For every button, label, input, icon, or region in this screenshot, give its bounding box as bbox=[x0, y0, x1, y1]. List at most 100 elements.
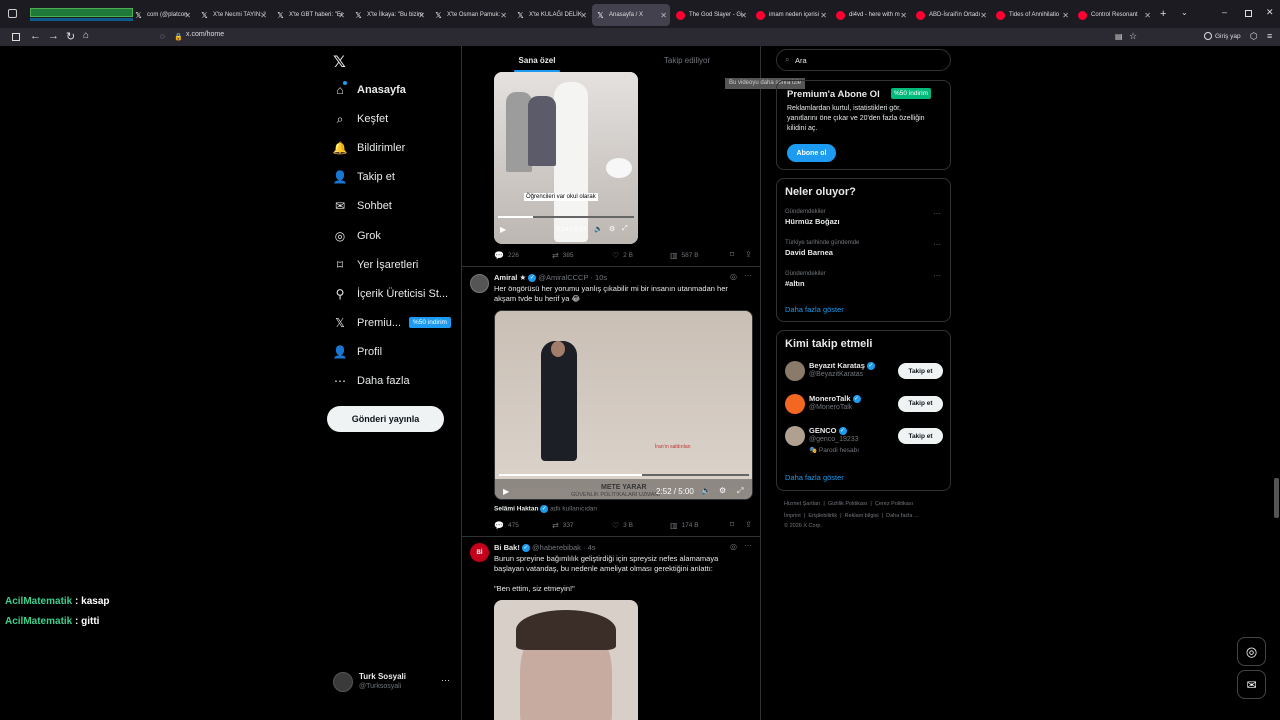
sidebar-toggle-icon[interactable] bbox=[12, 33, 20, 41]
x-logo-icon[interactable]: 𝕏 bbox=[333, 52, 346, 72]
settings-icon[interactable]: ⚙ bbox=[719, 486, 726, 495]
close-tab-icon[interactable]: ✕ bbox=[660, 11, 667, 20]
video-player[interactable]: İran'ın saldırıları METE YARAR GÜVENLİK … bbox=[494, 310, 753, 500]
author-name[interactable]: Amiral bbox=[494, 273, 517, 282]
tweet-time[interactable]: · 4s bbox=[583, 543, 596, 552]
avatar[interactable] bbox=[470, 274, 489, 293]
avatar[interactable] bbox=[785, 361, 805, 381]
views-button[interactable]: ▥ 174 B bbox=[670, 521, 699, 530]
video-player[interactable] bbox=[494, 600, 638, 720]
browser-tab[interactable]: imam neden içerisi ✕ bbox=[752, 4, 830, 26]
close-tab-icon[interactable]: ✕ bbox=[418, 11, 425, 20]
show-more-follow[interactable]: Daha fazla göster bbox=[785, 473, 844, 482]
close-tab-icon[interactable]: ✕ bbox=[580, 11, 587, 20]
close-tab-icon[interactable]: ✕ bbox=[900, 11, 907, 20]
footer-link[interactable]: Daha fazla ... bbox=[886, 513, 918, 519]
close-tab-icon[interactable]: ✕ bbox=[1062, 11, 1069, 20]
nav-item-1[interactable]: ⌕ Keşfet bbox=[332, 107, 389, 131]
video-attribution[interactable]: Selâmi Haktan ✓ adlı kullanıcıdan bbox=[494, 505, 597, 513]
nav-item-8[interactable]: 𝕏 Premiu... %50 indirim bbox=[332, 311, 451, 335]
nav-item-5[interactable]: ◎ Grok bbox=[332, 224, 381, 248]
avatar[interactable] bbox=[785, 393, 805, 414]
footer-link[interactable]: Erişilebilirlik bbox=[808, 513, 837, 519]
close-window-button[interactable]: ✕ bbox=[1266, 7, 1274, 18]
nav-item-2[interactable]: 🔔 Bildirimler bbox=[332, 136, 406, 160]
reply-button[interactable]: 💬 226 bbox=[494, 251, 519, 260]
browser-tab[interactable]: di4vd - here with m ✕ bbox=[832, 4, 910, 26]
post-button[interactable]: Gönderi yayınla bbox=[327, 406, 444, 432]
scrollbar-thumb[interactable] bbox=[1274, 478, 1279, 518]
tab-list-dropdown[interactable]: ⌄ bbox=[1181, 8, 1188, 17]
shield-icon[interactable]: ◌ bbox=[160, 32, 165, 41]
more-icon[interactable]: ··· bbox=[744, 271, 752, 280]
footer-link[interactable]: Reklam bilgisi bbox=[845, 513, 879, 519]
trend-item[interactable]: Gündemdekiler #altın ··· bbox=[785, 271, 945, 297]
follow-button[interactable]: Takip et bbox=[898, 363, 943, 379]
close-tab-icon[interactable]: ✕ bbox=[1144, 11, 1151, 20]
more-icon[interactable]: ··· bbox=[933, 240, 941, 249]
browser-tab[interactable]: Control Resonant ✕ bbox=[1074, 4, 1154, 26]
follow-handle[interactable]: @BeyazitKaratas bbox=[809, 371, 863, 378]
follow-name-row[interactable]: Beyazıt Karataş ✓ bbox=[809, 361, 875, 371]
maximize-button[interactable] bbox=[1245, 10, 1252, 17]
fullscreen-icon[interactable]: ⤢ bbox=[737, 486, 743, 496]
trend-item[interactable]: Türkiye tarihinde gündemde David Barnea ··… bbox=[785, 240, 945, 266]
account-button[interactable]: Giriş yap bbox=[1204, 32, 1241, 40]
minimize-button[interactable]: – bbox=[1222, 7, 1227, 17]
share-icon[interactable]: ⇪ bbox=[745, 250, 752, 259]
nav-item-3[interactable]: 👤 Takip et bbox=[332, 165, 395, 189]
play-icon[interactable]: ▶ bbox=[503, 487, 509, 496]
browser-tab[interactable]: 𝕏 X'te Osman Pamuk: ✕ bbox=[430, 4, 510, 26]
video-progress[interactable] bbox=[498, 216, 634, 218]
avatar[interactable]: Bİ bbox=[470, 543, 489, 562]
footer-link[interactable]: İmprint bbox=[784, 513, 801, 519]
browser-tab[interactable]: ABD-İsrail'in Ortadı ✕ bbox=[912, 4, 990, 26]
bookmark-icon[interactable]: ⌑ bbox=[730, 520, 734, 529]
url-field[interactable]: x.com/home bbox=[186, 31, 224, 38]
nav-item-4[interactable]: ✉ Sohbet bbox=[332, 194, 392, 218]
account-switcher[interactable]: Turk Sosyali @Turksosyali ··· bbox=[333, 670, 453, 694]
like-button[interactable]: ♡ 2 B bbox=[612, 251, 633, 260]
browser-tab[interactable]: 𝕏com (@platcon ✕ bbox=[130, 4, 194, 26]
trend-item[interactable]: Gündemdekiler Hürmüz Boğazı ··· bbox=[785, 209, 945, 235]
follow-button[interactable]: Takip et bbox=[898, 395, 943, 412]
bookmark-star-icon[interactable]: ☆ bbox=[1129, 31, 1137, 42]
footer-link[interactable]: Gizlilik Politikası bbox=[828, 501, 867, 507]
tab-following[interactable]: Takip ediliyor bbox=[612, 46, 760, 74]
close-tab-icon[interactable]: ✕ bbox=[500, 11, 507, 20]
footer-link[interactable]: Çerez Politikası bbox=[875, 501, 913, 507]
back-icon[interactable]: ← bbox=[30, 30, 41, 42]
volume-icon[interactable]: 🔈 bbox=[594, 225, 603, 233]
close-tab-icon[interactable]: ✕ bbox=[260, 11, 267, 20]
nav-item-10[interactable]: ⋯ Daha fazla bbox=[332, 369, 410, 393]
extensions-icon[interactable]: ⬡ bbox=[1250, 31, 1258, 42]
avatar[interactable] bbox=[785, 426, 805, 446]
browser-tab[interactable]: 𝕏 X'te Necmi TAYIN: " ✕ bbox=[196, 4, 270, 26]
author-name[interactable]: Bi Bak! bbox=[494, 543, 520, 552]
browser-tab[interactable]: 𝕏 X'te KULAĞI DELİK ✕ bbox=[512, 4, 590, 26]
fullscreen-icon[interactable]: ⤢ bbox=[622, 225, 628, 233]
grok-floating-button[interactable]: ◎ bbox=[1237, 637, 1266, 666]
reload-icon[interactable]: ↻ bbox=[66, 30, 75, 43]
more-icon[interactable]: ··· bbox=[441, 675, 450, 685]
close-tab-icon[interactable]: ✕ bbox=[740, 11, 747, 20]
forward-icon[interactable]: → bbox=[48, 30, 59, 42]
browser-tab[interactable]: 𝕏 X'te İlkaya: "Bu bizim ✕ bbox=[350, 4, 428, 26]
close-tab-icon[interactable]: ✕ bbox=[980, 11, 987, 20]
nav-item-6[interactable]: ⌑ Yer İşaretleri bbox=[332, 253, 418, 277]
follow-button[interactable]: Takip et bbox=[898, 428, 943, 444]
footer-link[interactable]: Hizmet Şartları bbox=[784, 501, 820, 507]
new-tab-button[interactable]: + bbox=[1160, 8, 1166, 20]
nav-item-0[interactable]: ⌂ Anasayfa bbox=[332, 78, 406, 102]
video-progress[interactable] bbox=[499, 474, 749, 476]
video-player[interactable]: Öğrencileri var okul olarak ▶ 0:14 / 0:5… bbox=[494, 72, 638, 244]
grok-icon[interactable]: ◎ bbox=[730, 542, 737, 551]
follow-name-row[interactable]: GENCO ✓ bbox=[809, 426, 847, 436]
close-tab-icon[interactable]: ✕ bbox=[184, 11, 191, 20]
menu-icon[interactable]: ≡ bbox=[1267, 31, 1272, 41]
nav-item-9[interactable]: 👤 Profil bbox=[332, 340, 383, 364]
browser-tab[interactable]: Tides of Annihilatio ✕ bbox=[992, 4, 1072, 26]
messages-floating-button[interactable]: ✉ bbox=[1237, 670, 1266, 699]
author-handle[interactable]: @haberebibak bbox=[532, 543, 581, 552]
retweet-button[interactable]: ⇄ 385 bbox=[552, 251, 574, 260]
